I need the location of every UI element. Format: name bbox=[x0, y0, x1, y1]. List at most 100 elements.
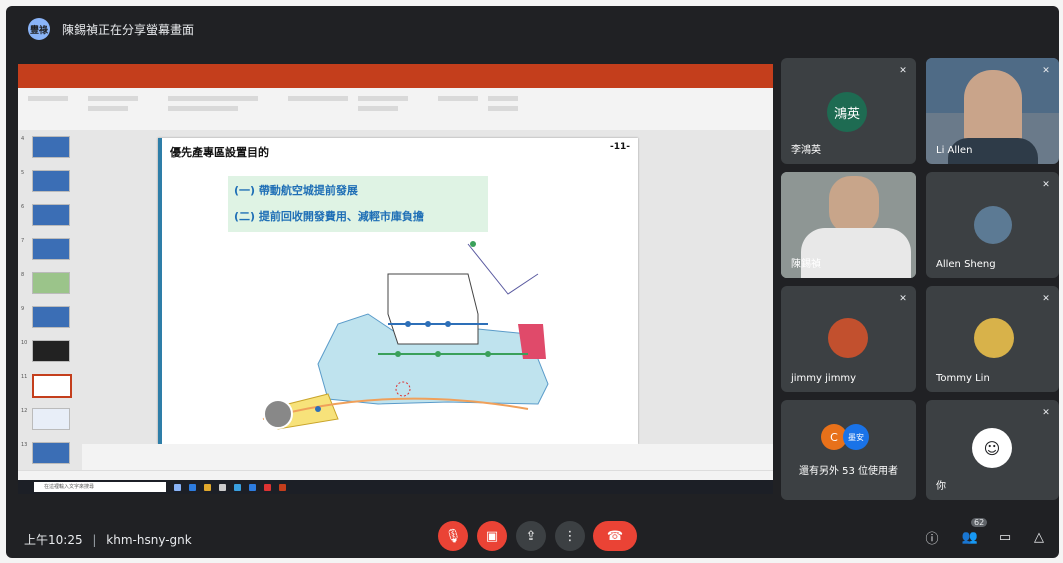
mic-off-icon: ✕ bbox=[1042, 180, 1050, 190]
meeting-code: khm-hsny-gnk bbox=[106, 533, 192, 547]
slide-title: 優先產專區設置目的 bbox=[170, 146, 269, 159]
participant-tile-video[interactable]: ✕ Li Allen bbox=[926, 58, 1059, 164]
people-count-badge: 62 bbox=[971, 518, 988, 527]
info-icon: ⓘ bbox=[925, 531, 939, 547]
mic-off-icon: ✕ bbox=[899, 294, 907, 304]
taskbar-app-icon[interactable] bbox=[174, 483, 181, 491]
separator: | bbox=[92, 533, 97, 547]
participant-name: Tommy Lin bbox=[936, 373, 990, 384]
taskbar-app-icon[interactable] bbox=[189, 483, 196, 491]
taskbar-app-icon[interactable] bbox=[219, 483, 226, 491]
more-participants-tile[interactable]: C 墨安 還有另外 53 位使用者 bbox=[781, 400, 916, 500]
meeting-info: 上午10:25 | khm-hsny-gnk bbox=[24, 531, 192, 548]
slide-number: -11- bbox=[610, 142, 630, 152]
taskbar-app-icon[interactable] bbox=[234, 483, 241, 491]
windows-taskbar: 在這裡輸入文字來搜尋 bbox=[18, 480, 773, 494]
thumb-number: 9 bbox=[21, 306, 25, 312]
self-tile[interactable]: ✕ ☺ 你 bbox=[926, 400, 1059, 500]
chat-button[interactable]: ▭ bbox=[996, 528, 1014, 546]
current-slide: 優先產專區設置目的 -11- (一) 帶動航空城提前發展 (二) 提前回收開發費… bbox=[158, 138, 638, 444]
goals-box: (一) 帶動航空城提前發展 (二) 提前回收開發費用、減輕市庫負擔 bbox=[228, 176, 488, 232]
zoning-map bbox=[262, 241, 549, 430]
speaker-notes[interactable] bbox=[82, 444, 773, 470]
presenting-bar: 豐祿 陳錫禎正在分享螢幕畫面 bbox=[6, 6, 1059, 52]
camera-toggle-button[interactable]: ▣ bbox=[477, 521, 507, 551]
more-options-button[interactable]: ⋮ bbox=[555, 521, 585, 551]
participant-name: Li Allen bbox=[936, 145, 973, 156]
participant-tile[interactable]: ✕ jimmy jimmy bbox=[781, 286, 916, 392]
participant-tile-video[interactable]: 陳錫禎 bbox=[781, 172, 916, 278]
slide-thumbnail[interactable] bbox=[32, 204, 70, 226]
more-vert-icon: ⋮ bbox=[563, 528, 577, 544]
mic-off-icon: 🎙 bbox=[444, 528, 462, 544]
slide-thumbnail[interactable] bbox=[32, 136, 70, 158]
participant-tile[interactable]: ✕ Allen Sheng bbox=[926, 172, 1059, 278]
people-icon: 👥 bbox=[961, 529, 979, 545]
info-button[interactable]: ⓘ bbox=[923, 528, 941, 547]
thumb-number: 12 bbox=[21, 408, 28, 414]
mic-toggle-button[interactable]: 🎙 bbox=[438, 521, 468, 551]
taskbar-powerpoint-icon[interactable] bbox=[279, 483, 286, 491]
participant-name: 李鴻英 bbox=[791, 145, 821, 156]
powerpoint-ribbon bbox=[18, 88, 773, 131]
slide-thumbnail[interactable] bbox=[32, 306, 70, 328]
participant-tile[interactable]: ✕ 鴻英 李鴻英 bbox=[781, 58, 916, 164]
shared-screen: 4 5 6 7 8 9 10 11 12 13 優先產專區設置目的 -11- (… bbox=[18, 64, 773, 494]
powerpoint-titlebar bbox=[18, 64, 773, 78]
slide-thumbnail[interactable] bbox=[32, 340, 70, 362]
people-button[interactable]: 👥 62 bbox=[961, 518, 988, 546]
more-participants-label: 還有另外 53 位使用者 bbox=[798, 466, 899, 477]
leave-call-button[interactable]: ☎ bbox=[593, 521, 637, 551]
mic-off-icon: ✕ bbox=[1042, 66, 1050, 76]
presenter-banner: 陳錫禎正在分享螢幕畫面 bbox=[62, 22, 195, 37]
mic-off-icon: ✕ bbox=[1042, 408, 1050, 418]
participant-name: 陳錫禎 bbox=[791, 259, 821, 270]
taskbar-app-icon[interactable] bbox=[204, 483, 211, 491]
avatar: 鴻英 bbox=[827, 92, 867, 132]
slide-accent-bar bbox=[158, 138, 162, 444]
avatar bbox=[974, 206, 1012, 244]
chat-icon: ▭ bbox=[998, 529, 1012, 545]
present-button[interactable]: ⇪ bbox=[516, 521, 546, 551]
participant-name: 你 bbox=[936, 481, 946, 492]
self-avatar: ☺ bbox=[972, 428, 1012, 468]
slide-thumbnails: 4 5 6 7 8 9 10 11 12 13 bbox=[18, 130, 82, 470]
thumb-number: 7 bbox=[21, 238, 25, 244]
thumb-number: 13 bbox=[21, 442, 28, 448]
avatar bbox=[974, 318, 1014, 358]
avatar: 墨安 bbox=[843, 424, 869, 450]
camera-off-icon: ▣ bbox=[485, 528, 499, 544]
goal-1: (一) 帶動航空城提前發展 bbox=[234, 184, 358, 197]
hangup-icon: ☎ bbox=[606, 528, 624, 544]
goal-2: (二) 提前回收開發費用、減輕市庫負擔 bbox=[234, 210, 424, 223]
meet-window: 豐祿 陳錫禎正在分享螢幕畫面 4 5 6 7 8 9 10 11 12 13 優… bbox=[6, 6, 1059, 558]
person-body bbox=[801, 228, 911, 278]
slide-thumbnail[interactable] bbox=[32, 408, 70, 430]
thumb-number: 10 bbox=[21, 340, 28, 346]
activities-icon: △ bbox=[1034, 529, 1044, 545]
mic-off-icon: ✕ bbox=[1042, 294, 1050, 304]
thumb-number: 4 bbox=[21, 136, 25, 142]
thumb-number: 5 bbox=[21, 170, 25, 176]
powerpoint-ribbon-tabs bbox=[18, 78, 773, 88]
mic-off-icon: ✕ bbox=[899, 66, 907, 76]
thumb-number: 6 bbox=[21, 204, 25, 210]
avatar bbox=[828, 318, 868, 358]
slide-thumbnail[interactable] bbox=[32, 238, 70, 260]
taskbar-search[interactable]: 在這裡輸入文字來搜尋 bbox=[34, 482, 166, 492]
participant-tile[interactable]: ✕ Tommy Lin bbox=[926, 286, 1059, 392]
present-icon: ⇪ bbox=[525, 528, 537, 544]
clock-time: 上午10:25 bbox=[24, 533, 83, 547]
slide-thumbnail[interactable] bbox=[32, 442, 70, 464]
slide-thumbnail-selected[interactable] bbox=[32, 374, 72, 398]
taskbar-app-icon[interactable] bbox=[264, 483, 271, 491]
slide-thumbnail[interactable] bbox=[32, 170, 70, 192]
participant-name: jimmy jimmy bbox=[791, 373, 857, 384]
presenter-avatar: 豐祿 bbox=[28, 18, 50, 40]
thumb-number: 11 bbox=[21, 374, 28, 380]
participant-name: Allen Sheng bbox=[936, 259, 996, 270]
taskbar-app-icon[interactable] bbox=[249, 483, 256, 491]
activities-button[interactable]: △ bbox=[1030, 528, 1048, 546]
thumb-number: 8 bbox=[21, 272, 25, 278]
slide-thumbnail[interactable] bbox=[32, 272, 70, 294]
